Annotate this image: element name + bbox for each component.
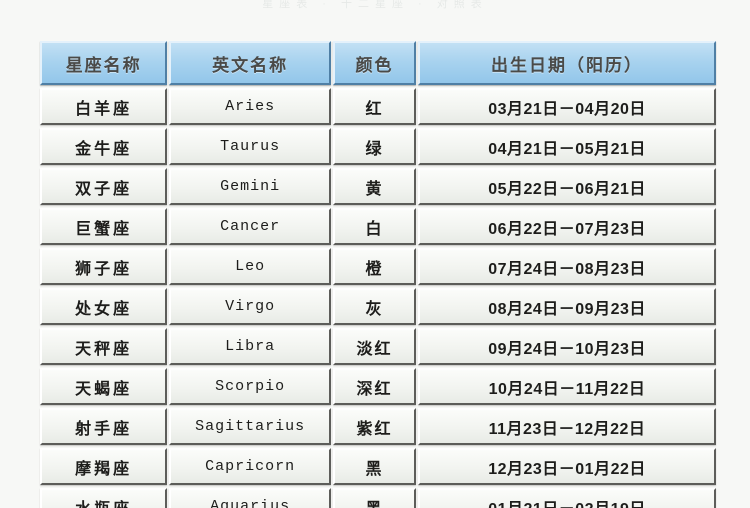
cell-zodiac-english-name: Aquarius [169, 488, 331, 508]
cell-zodiac-color: 黑 [332, 488, 417, 508]
cell-zodiac-name: 处女座 [40, 288, 168, 325]
cell-zodiac-birth-date: 09月24日－10月23日 [418, 328, 716, 365]
cell-zodiac-color: 黑 [332, 448, 417, 485]
cell-zodiac-english-name: Aries [169, 88, 331, 125]
cell-zodiac-color: 红 [332, 88, 417, 125]
cell-zodiac-english-name: Libra [169, 328, 331, 365]
column-header-name[interactable]: 星座名称 [40, 41, 168, 85]
table-row: 白羊座 Aries 红 03月21日－04月20日 [40, 88, 716, 125]
table-row: 狮子座 Leo 橙 07月24日－08月23日 [40, 248, 716, 285]
cell-zodiac-english-name: Virgo [169, 288, 331, 325]
cell-zodiac-english-name: Leo [169, 248, 331, 285]
cell-zodiac-birth-date: 11月23日－12月22日 [418, 408, 716, 445]
cell-zodiac-english-name: Capricorn [169, 448, 331, 485]
table-row: 天蝎座 Scorpio 深红 10月24日－11月22日 [40, 368, 716, 405]
table-row: 水瓶座Aquarius黑01月21日－02月19日 [40, 488, 716, 508]
cell-zodiac-color: 紫红 [332, 408, 417, 445]
cell-zodiac-name: 水瓶座 [40, 488, 168, 508]
cell-zodiac-birth-date: 10月24日－11月22日 [418, 368, 716, 405]
cell-zodiac-birth-date: 12月23日－01月22日 [418, 448, 716, 485]
table-row: 天秤座 Libra 淡红 09月24日－10月23日 [40, 328, 716, 365]
cell-zodiac-name: 白羊座 [40, 88, 168, 125]
cell-zodiac-name: 双子座 [40, 168, 168, 205]
cell-zodiac-birth-date: 03月21日－04月20日 [418, 88, 716, 125]
cell-zodiac-english-name: Gemini [169, 168, 331, 205]
column-header-color[interactable]: 颜色 [332, 41, 417, 85]
cell-zodiac-birth-date: 05月22日－06月21日 [418, 168, 716, 205]
cell-zodiac-english-name: Taurus [169, 128, 331, 165]
cell-zodiac-english-name: Sagittarius [169, 408, 331, 445]
cell-zodiac-color: 橙 [332, 248, 417, 285]
column-header-english[interactable]: 英文名称 [169, 41, 331, 85]
cell-zodiac-name: 狮子座 [40, 248, 168, 285]
table-header: 星座名称 英文名称 颜色 出生日期（阳历） [40, 41, 716, 85]
cell-zodiac-birth-date: 01月21日－02月19日 [418, 488, 716, 508]
cell-zodiac-color: 白 [332, 208, 417, 245]
cell-zodiac-birth-date: 04月21日－05月21日 [418, 128, 716, 165]
cell-zodiac-color: 淡红 [332, 328, 417, 365]
cell-zodiac-name: 巨蟹座 [40, 208, 168, 245]
top-clipped-text: 星座表 · 十二星座 · 对照表 [262, 0, 488, 10]
cell-zodiac-color: 深红 [332, 368, 417, 405]
cell-zodiac-name: 金牛座 [40, 128, 168, 165]
table-row: 射手座 Sagittarius 紫红 11月23日－12月22日 [40, 408, 716, 445]
cell-zodiac-english-name: Cancer [169, 208, 331, 245]
table-row: 摩羯座 Capricorn 黑 12月23日－01月22日 [40, 448, 716, 485]
cell-zodiac-color: 黄 [332, 168, 417, 205]
column-header-birth-date[interactable]: 出生日期（阳历） [418, 41, 716, 85]
cell-zodiac-name: 天蝎座 [40, 368, 168, 405]
cell-zodiac-birth-date: 06月22日－07月23日 [418, 208, 716, 245]
table-row: 处女座 Virgo 灰 08月24日－09月23日 [40, 288, 716, 325]
zodiac-table-container: 星座名称 英文名称 颜色 出生日期（阳历） 白羊座 Aries 红 03月21日－04… [38, 38, 718, 508]
cell-zodiac-name: 摩羯座 [40, 448, 168, 485]
cell-zodiac-birth-date: 07月24日－08月23日 [418, 248, 716, 285]
cell-zodiac-color: 灰 [332, 288, 417, 325]
cell-zodiac-english-name: Scorpio [169, 368, 331, 405]
header-row: 星座名称 英文名称 颜色 出生日期（阳历） [40, 41, 716, 85]
cell-zodiac-birth-date: 08月24日－09月23日 [418, 288, 716, 325]
table-row: 巨蟹座 Cancer 白 06月22日－07月23日 [40, 208, 716, 245]
cell-zodiac-name: 射手座 [40, 408, 168, 445]
zodiac-table: 星座名称 英文名称 颜色 出生日期（阳历） 白羊座 Aries 红 03月21日－04… [38, 38, 718, 508]
cell-zodiac-name: 天秤座 [40, 328, 168, 365]
table-row: 金牛座 Taurus 绿 04月21日－05月21日 [40, 128, 716, 165]
table-body: 白羊座 Aries 红 03月21日－04月20日 金牛座 Taurus 绿 04月21日－0… [40, 88, 716, 508]
table-row: 双子座 Gemini 黄 05月22日－06月21日 [40, 168, 716, 205]
cell-zodiac-color: 绿 [332, 128, 417, 165]
